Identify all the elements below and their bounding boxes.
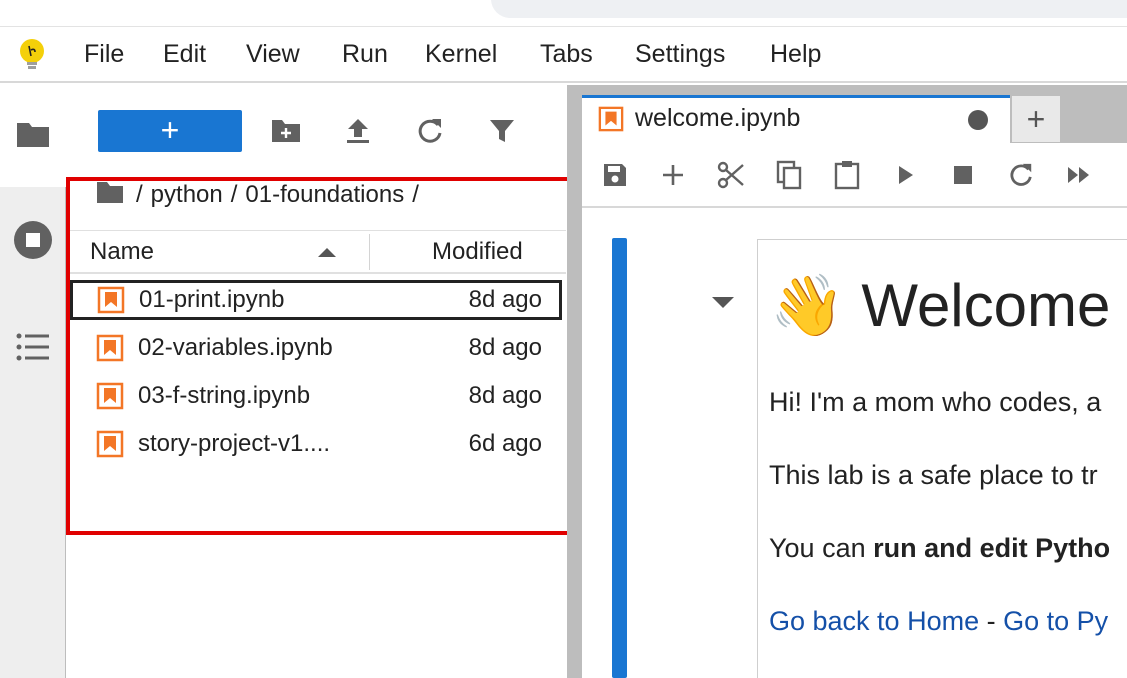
tab-title[interactable]: welcome.ipynb (635, 104, 800, 133)
stop-kernel-icon[interactable] (946, 158, 980, 192)
navigation-links: Go back to Home - Go to Py (769, 606, 1108, 637)
column-divider[interactable] (369, 234, 370, 270)
notebook-file-icon (97, 286, 125, 314)
safe-place-paragraph: This lab is a safe place to tr (769, 460, 1098, 490)
breadcrumb-sep: / (412, 181, 419, 208)
upload-icon[interactable] (341, 114, 375, 148)
home-folder-icon[interactable] (96, 180, 124, 211)
breadcrumb-sep: / (136, 181, 143, 208)
menu-view[interactable]: View (246, 40, 300, 69)
table-of-contents-icon[interactable] (13, 327, 53, 367)
notebook-file-icon (96, 382, 124, 410)
notebook-file-icon (598, 106, 624, 132)
jupyter-logo-icon (18, 38, 46, 72)
run-all-icon[interactable] (1062, 158, 1096, 192)
add-tab-button[interactable]: + (1012, 96, 1060, 142)
refresh-icon[interactable] (413, 114, 447, 148)
breadcrumb: / python / 01-foundations / (96, 178, 427, 212)
menu-edit[interactable]: Edit (163, 40, 206, 69)
panel-splitter[interactable] (567, 85, 582, 678)
collapse-heading-icon[interactable] (712, 297, 734, 308)
file-row[interactable]: 01-print.ipynb 8d ago (70, 280, 562, 320)
waving-hand-icon: 👋 (770, 272, 845, 339)
file-modified: 8d ago (468, 286, 542, 313)
folder-icon[interactable] (13, 114, 53, 154)
menu-file[interactable]: File (84, 40, 124, 69)
filter-icon[interactable] (485, 114, 519, 148)
notebook-heading: 👋 Welcome (770, 270, 1110, 341)
paragraph-text: You can (769, 533, 874, 563)
breadcrumb-python[interactable]: python (151, 181, 223, 209)
file-modified: 8d ago (468, 334, 542, 361)
unsaved-close-icon[interactable] (968, 110, 988, 130)
notebook-file-icon (96, 430, 124, 458)
cut-icon[interactable] (714, 158, 748, 192)
file-name: story-project-v1.... (138, 430, 331, 457)
intro-paragraph: Hi! I'm a mom who codes, a (769, 387, 1102, 417)
active-cell-indicator[interactable] (612, 238, 627, 678)
file-row[interactable]: 03-f-string.ipynb 8d ago (70, 376, 562, 416)
menu-run[interactable]: Run (342, 40, 388, 69)
column-header-name[interactable]: Name (90, 238, 154, 266)
run-cell-icon[interactable] (889, 158, 923, 192)
link-separator: - (979, 606, 1004, 636)
paste-icon[interactable] (830, 158, 864, 192)
file-name: 03-f-string.ipynb (138, 382, 311, 409)
restart-kernel-icon[interactable] (1004, 158, 1038, 192)
menu-help[interactable]: Help (770, 40, 821, 69)
breadcrumb-01-foundations[interactable]: 01-foundations (245, 181, 404, 209)
running-sessions-icon[interactable] (13, 220, 53, 260)
menu-kernel[interactable]: Kernel (425, 40, 497, 69)
notebook-file-icon (96, 334, 124, 362)
paragraph-bold: run and edit Pytho (873, 533, 1111, 563)
address-bar[interactable] (491, 0, 1127, 18)
sort-ascending-icon[interactable] (318, 248, 336, 257)
breadcrumb-sep: / (230, 181, 238, 208)
column-header-modified[interactable]: Modified (432, 238, 523, 266)
copy-icon[interactable] (772, 158, 806, 192)
menu-tabs[interactable]: Tabs (540, 40, 593, 69)
menu-settings[interactable]: Settings (635, 40, 725, 69)
file-row[interactable]: 02-variables.ipynb 8d ago (70, 328, 562, 368)
file-name: 01-print.ipynb (139, 286, 285, 313)
heading-text: Welcome (861, 272, 1111, 339)
file-row[interactable]: story-project-v1.... 6d ago (70, 424, 562, 464)
file-modified: 8d ago (468, 382, 542, 409)
run-edit-paragraph: You can run and edit Pytho (769, 533, 1110, 564)
save-icon[interactable] (598, 158, 632, 192)
home-link[interactable]: Go back to Home (769, 606, 979, 636)
file-modified: 6d ago (468, 430, 542, 457)
file-name: 02-variables.ipynb (138, 334, 333, 361)
python-link[interactable]: Go to Py (1003, 606, 1108, 636)
insert-cell-icon[interactable] (656, 158, 690, 192)
new-launcher-button[interactable]: + (98, 110, 242, 152)
new-folder-icon[interactable] (269, 114, 303, 148)
